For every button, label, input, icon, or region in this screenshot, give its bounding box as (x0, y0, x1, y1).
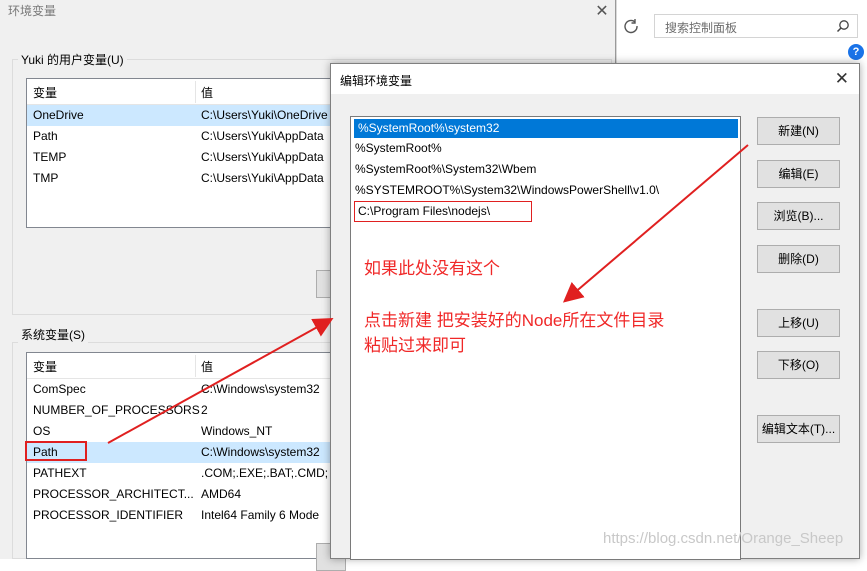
search-placeholder: 搜索控制面板 (665, 21, 738, 35)
table-row[interactable]: PATHEXT .COM;.EXE;.BAT;.CMD; (27, 463, 335, 484)
variable-value: C:\Windows\system32 (201, 445, 320, 459)
list-item-nodejs[interactable]: C:\Program Files\nodejs\ (354, 201, 532, 222)
table-row[interactable]: TMP C:\Users\Yuki\AppData (27, 168, 335, 189)
path-highlight-box (25, 441, 87, 461)
edit-button[interactable]: 编辑(E) (757, 160, 840, 188)
table-row[interactable]: OneDrive C:\Users\Yuki\OneDrive (27, 105, 335, 126)
user-variables-label: Yuki 的用户变量(U) (18, 51, 127, 68)
move-down-button[interactable]: 下移(O) (757, 351, 840, 379)
variable-name: NUMBER_OF_PROCESSORS (33, 403, 200, 417)
variable-name: Path (33, 129, 58, 143)
table-row[interactable]: OS Windows_NT (27, 421, 335, 442)
table-row[interactable]: NUMBER_OF_PROCESSORS 2 (27, 400, 335, 421)
variable-name: OS (33, 424, 51, 438)
table-row[interactable]: TEMP C:\Users\Yuki\AppData (27, 147, 335, 168)
annotation-text-3: 粘贴过来即可 (364, 336, 466, 355)
titlebar: 编辑环境变量 ✕ (331, 64, 859, 94)
annotation-text-1: 如果此处没有这个 (364, 259, 500, 278)
close-icon[interactable]: ✕ (835, 69, 849, 89)
variable-value: AMD64 (201, 487, 242, 501)
table-row[interactable]: PROCESSOR_ARCHITECT... AMD64 (27, 484, 335, 505)
system-variables-label: 系统变量(S) (18, 326, 88, 343)
edit-text-button[interactable]: 编辑文本(T)... (757, 415, 840, 443)
table-row[interactable]: PROCESSOR_IDENTIFIER Intel64 Family 6 Mo… (27, 505, 335, 526)
variable-value: C:\Users\Yuki\AppData (201, 171, 324, 185)
column-value[interactable]: 值 (201, 84, 213, 101)
list-item[interactable]: %SystemRoot%\system32 (354, 119, 738, 138)
user-variables-list[interactable]: 变量 值 OneDrive C:\Users\Yuki\OneDrive Pat… (26, 78, 336, 228)
control-panel-search-input[interactable]: 搜索控制面板 (654, 14, 858, 38)
variable-name: OneDrive (33, 108, 84, 122)
variable-name: TMP (33, 171, 59, 185)
list-header: 变量 值 (27, 79, 335, 105)
move-up-button[interactable]: 上移(U) (757, 309, 840, 337)
variable-value: Intel64 Family 6 Mode (201, 508, 320, 522)
help-icon[interactable]: ? (848, 44, 864, 60)
refresh-icon[interactable] (623, 18, 639, 34)
column-variable[interactable]: 变量 (33, 84, 57, 101)
variable-value: C:\Users\Yuki\OneDrive (201, 108, 328, 122)
table-row[interactable]: Path C:\Users\Yuki\AppData (27, 126, 335, 147)
search-icon[interactable] (836, 19, 850, 33)
column-variable[interactable]: 变量 (33, 358, 57, 375)
variable-name: PROCESSOR_IDENTIFIER (33, 508, 184, 522)
variable-value: C:\Users\Yuki\AppData (201, 150, 324, 164)
column-value[interactable]: 值 (201, 358, 213, 375)
variable-value: C:\Windows\system32 (201, 382, 320, 396)
variable-name: ComSpec (33, 382, 86, 396)
variable-value: .COM;.EXE;.BAT;.CMD; (201, 466, 329, 480)
list-item[interactable]: %SYSTEMROOT%\System32\WindowsPowerShell\… (351, 180, 740, 201)
new-button[interactable]: 新建(N) (757, 117, 840, 145)
annotation-text-2: 点击新建 把安装好的Node所在文件目录 (364, 311, 665, 330)
close-icon[interactable]: ✕ (592, 1, 612, 21)
list-item[interactable]: %SystemRoot% (351, 138, 740, 159)
variable-name: TEMP (33, 150, 67, 164)
variable-value: C:\Users\Yuki\AppData (201, 129, 324, 143)
table-row[interactable]: ComSpec C:\Windows\system32 (27, 379, 335, 400)
variable-value: 2 (201, 403, 208, 417)
delete-button[interactable]: 删除(D) (757, 245, 840, 273)
list-header: 变量 值 (27, 353, 335, 379)
variable-value: Windows_NT (201, 424, 273, 438)
variable-name: PATHEXT (33, 466, 87, 480)
watermark: https://blog.csdn.net/Orange_Sheep (603, 530, 844, 547)
dialog-title: 环境变量 (8, 4, 57, 18)
dialog-title: 编辑环境变量 (340, 74, 413, 88)
variable-name: PROCESSOR_ARCHITECT... (33, 487, 194, 501)
list-item[interactable]: %SystemRoot%\System32\Wbem (351, 159, 740, 180)
browse-button[interactable]: 浏览(B)... (757, 202, 840, 230)
